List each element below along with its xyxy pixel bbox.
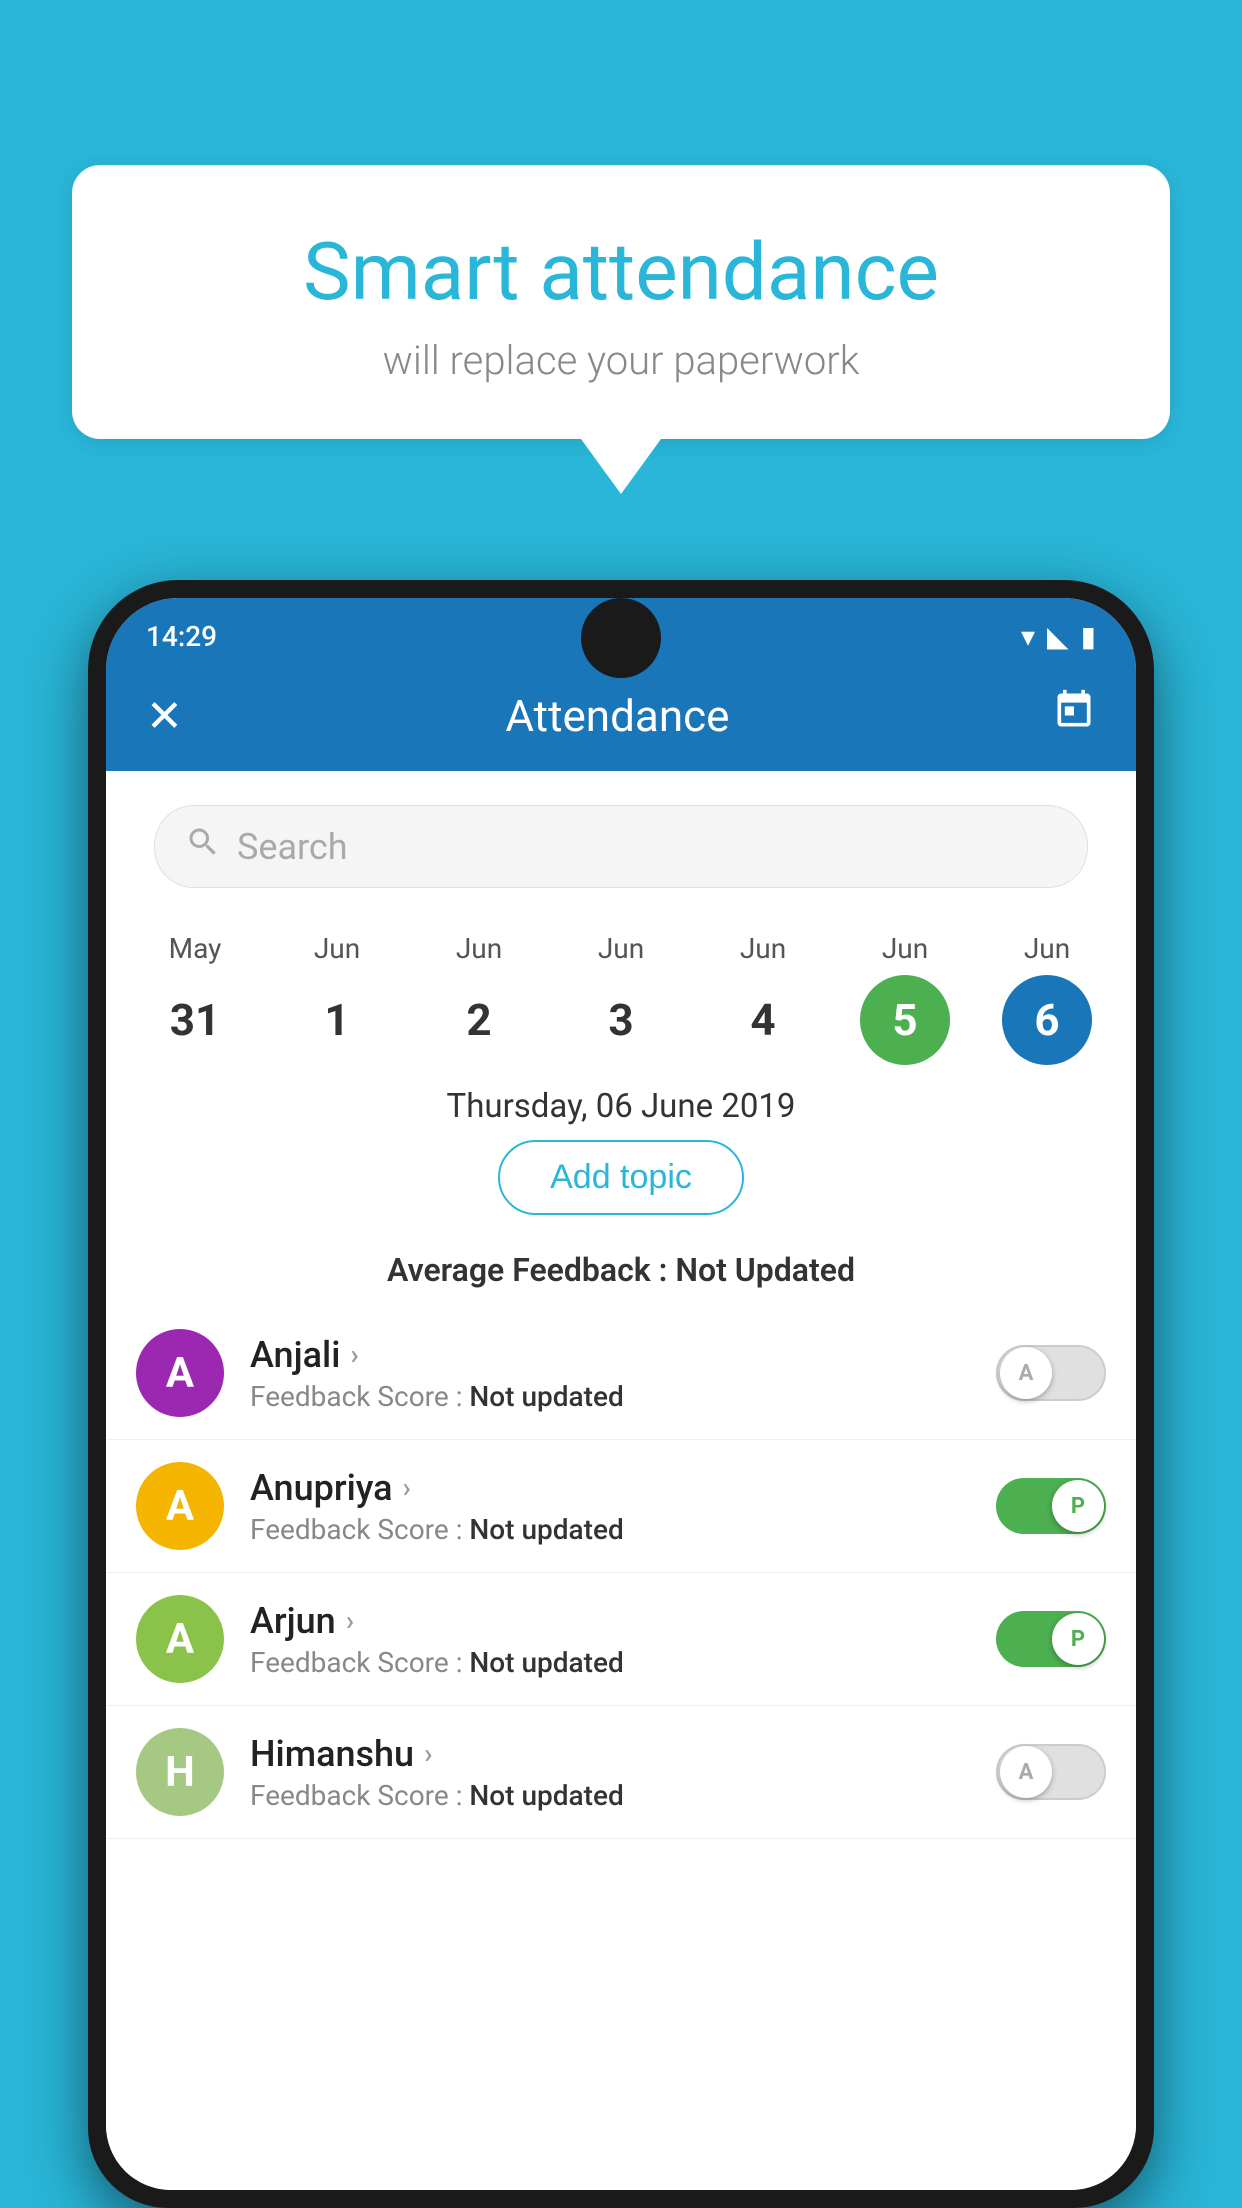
bubble-title: Smart attendance	[152, 225, 1090, 319]
toggle-knob: A	[1000, 1746, 1052, 1798]
search-icon	[185, 824, 221, 869]
student-feedback-score: Feedback Score : Not updated	[250, 1779, 996, 1812]
status-icons: ▾ ◣ ▮	[1021, 620, 1096, 653]
chevron-right-icon: ›	[346, 1604, 354, 1637]
student-info: Arjun › Feedback Score : Not updated	[250, 1600, 996, 1679]
student-info: Anupriya › Feedback Score : Not updated	[250, 1467, 996, 1546]
speech-bubble-container: Smart attendance will replace your paper…	[72, 165, 1170, 494]
search-bar[interactable]: Search	[154, 805, 1088, 888]
phone-notch	[581, 598, 661, 678]
wifi-icon: ▾	[1021, 620, 1035, 653]
add-topic-section: Add topic	[106, 1140, 1136, 1235]
cal-month-label: Jun	[598, 932, 644, 965]
signal-icon: ◣	[1047, 620, 1069, 653]
cal-date-number[interactable]: 2	[434, 975, 524, 1065]
student-avatar: A	[136, 1595, 224, 1683]
student-info: Anjali › Feedback Score : Not updated	[250, 1334, 996, 1413]
cal-date-number[interactable]: 5	[860, 975, 950, 1065]
avg-feedback: Average Feedback : Not Updated	[106, 1251, 1136, 1289]
student-name: Himanshu ›	[250, 1733, 996, 1775]
student-item[interactable]: A Arjun › Feedback Score : Not updated P	[106, 1573, 1136, 1706]
cal-date-number[interactable]: 1	[292, 975, 382, 1065]
toggle-knob: P	[1052, 1613, 1104, 1665]
cal-month-label: May	[169, 932, 222, 965]
selected-date-label: Thursday, 06 June 2019	[106, 1065, 1136, 1140]
student-feedback-score: Feedback Score : Not updated	[250, 1646, 996, 1679]
cal-month-label: Jun	[740, 932, 786, 965]
calendar-day[interactable]: Jun 2	[419, 932, 539, 1065]
add-topic-button[interactable]: Add topic	[498, 1140, 744, 1215]
student-avatar: A	[136, 1462, 224, 1550]
status-time: 14:29	[146, 620, 217, 653]
battery-icon: ▮	[1081, 620, 1096, 653]
student-item[interactable]: A Anupriya › Feedback Score : Not updated P	[106, 1440, 1136, 1573]
app-header: ✕ Attendance	[106, 663, 1136, 771]
student-item[interactable]: AAnjali ›Feedback Score : Not updatedA	[106, 1307, 1136, 1440]
toggle-knob: A	[1000, 1347, 1052, 1399]
student-info: Himanshu › Feedback Score : Not updated	[250, 1733, 996, 1812]
cal-month-label: Jun	[314, 932, 360, 965]
student-name: Arjun ›	[250, 1600, 996, 1642]
cal-date-number[interactable]: 6	[1002, 975, 1092, 1065]
speech-bubble: Smart attendance will replace your paper…	[72, 165, 1170, 439]
chevron-right-icon: ›	[350, 1338, 358, 1371]
student-avatar: A	[136, 1329, 224, 1417]
phone-frame: 14:29 ▾ ◣ ▮ ✕ Attendance	[88, 580, 1154, 2208]
calendar-day[interactable]: Jun 6	[987, 932, 1107, 1065]
student-name: Anjali ›	[250, 1334, 996, 1376]
calendar-day[interactable]: May 31	[135, 932, 255, 1065]
calendar-day[interactable]: Jun 1	[277, 932, 397, 1065]
student-feedback-score: Feedback Score : Not updated	[250, 1380, 996, 1413]
calendar-day[interactable]: Jun 3	[561, 932, 681, 1065]
cal-date-number[interactable]: 4	[718, 975, 808, 1065]
student-feedback-score: Feedback Score : Not updated	[250, 1513, 996, 1546]
search-section: Search	[106, 771, 1136, 916]
calendar-strip: May 31 Jun 1 Jun 2 Jun 3 Jun 4 Jun 5 Jun 6	[106, 916, 1136, 1065]
phone-screen: 14:29 ▾ ◣ ▮ ✕ Attendance	[106, 598, 1136, 2190]
header-title: Attendance	[183, 690, 1052, 742]
cal-month-label: Jun	[1024, 932, 1070, 965]
attendance-toggle[interactable]: P	[996, 1611, 1106, 1667]
calendar-day[interactable]: Jun 4	[703, 932, 823, 1065]
attendance-toggle[interactable]: A	[996, 1345, 1106, 1401]
cal-date-number[interactable]: 31	[150, 975, 240, 1065]
cal-month-label: Jun	[456, 932, 502, 965]
attendance-toggle[interactable]: P	[996, 1478, 1106, 1534]
toggle-knob: P	[1052, 1480, 1104, 1532]
student-item[interactable]: H Himanshu › Feedback Score : Not updatedA	[106, 1706, 1136, 1839]
cal-month-label: Jun	[882, 932, 928, 965]
chevron-right-icon: ›	[403, 1471, 411, 1504]
calendar-day[interactable]: Jun 5	[845, 932, 965, 1065]
attendance-toggle[interactable]: A	[996, 1744, 1106, 1800]
student-list: AAnjali ›Feedback Score : Not updatedAAA…	[106, 1307, 1136, 2190]
student-name: Anupriya ›	[250, 1467, 996, 1509]
chevron-right-icon: ›	[424, 1737, 432, 1770]
bubble-tail	[581, 439, 661, 494]
student-avatar: H	[136, 1728, 224, 1816]
search-placeholder: Search	[237, 826, 348, 868]
calendar-button[interactable]	[1052, 688, 1096, 743]
bubble-subtitle: will replace your paperwork	[152, 337, 1090, 384]
cal-date-number[interactable]: 3	[576, 975, 666, 1065]
close-button[interactable]: ✕	[146, 690, 183, 742]
